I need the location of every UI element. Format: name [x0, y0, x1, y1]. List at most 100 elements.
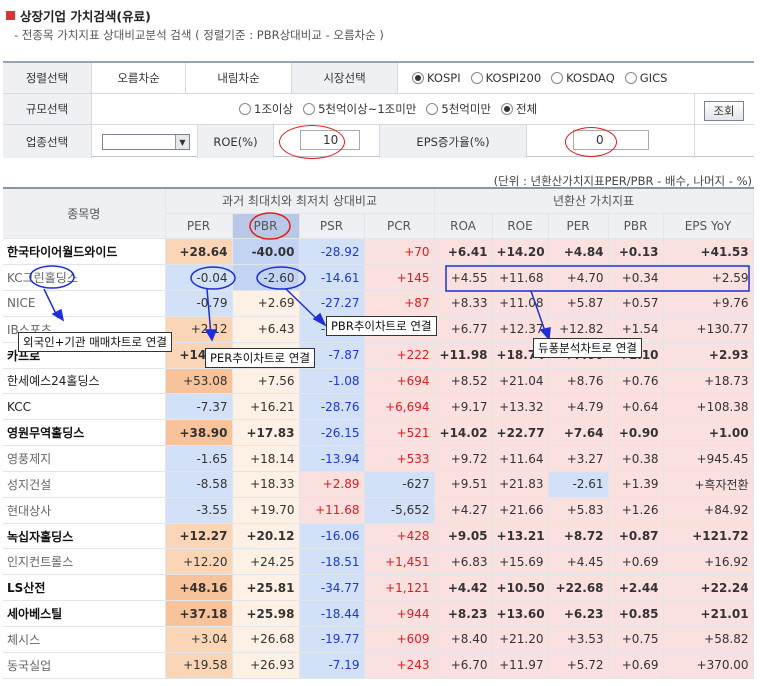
cell-roa[interactable]: +6.41	[434, 238, 493, 266]
industry-select[interactable]: ▼	[102, 134, 190, 150]
market-radio-kospi[interactable]: KOSPI	[412, 71, 461, 85]
cell-pbr[interactable]: -2.60	[232, 264, 300, 292]
cell-roe[interactable]: +21.20	[492, 626, 549, 653]
table-row[interactable]: 녹십자홀딩스 +12.27 +20.12 -16.06 +428 +9.05 +13.21 +…	[3, 523, 754, 550]
market-radio-kospi200[interactable]: KOSPI200	[470, 71, 541, 85]
search-button[interactable]: 조회	[704, 101, 744, 121]
cell-pbr[interactable]: +17.83	[232, 419, 300, 447]
cell-roe[interactable]: +11.68	[492, 264, 549, 292]
cell-roe[interactable]: +15.69	[492, 548, 549, 576]
sort-asc-option[interactable]: 오름차순	[92, 63, 186, 93]
col-header-name[interactable]: 종목명	[3, 188, 166, 240]
cell-pbr[interactable]: +24.25	[232, 548, 300, 576]
cell-pbr[interactable]: +26.68	[232, 626, 300, 653]
cell-per[interactable]: +19.58	[165, 652, 233, 679]
stock-name-link[interactable]: 인지컨트롤스	[3, 548, 166, 576]
cell-per[interactable]: -3.55	[165, 497, 233, 524]
cell-pbr[interactable]: +2.69	[232, 290, 300, 317]
cell-roe[interactable]: +21.83	[492, 471, 549, 498]
cell-roa[interactable]: +14.02	[434, 419, 493, 447]
cell-pbr[interactable]: +20.12	[232, 523, 300, 550]
cell-roa[interactable]: +8.33	[434, 290, 493, 317]
stock-name-link[interactable]: LS산전	[3, 574, 166, 602]
cell-roe[interactable]: +22.77	[492, 419, 549, 447]
cell-roa[interactable]: +6.70	[434, 652, 493, 679]
col-header-per[interactable]: PER	[165, 213, 233, 240]
cell-pbr[interactable]: +19.70	[232, 497, 300, 524]
cell-roe[interactable]: +11.08	[492, 290, 549, 317]
stock-name-link[interactable]: 한세예스24홀딩스	[3, 368, 166, 395]
stock-name-link[interactable]: 동국실업	[3, 652, 166, 679]
cell-roa[interactable]: +8.52	[434, 368, 493, 395]
market-radio-gics[interactable]: GICS	[624, 71, 667, 85]
table-row[interactable]: 세아베스틸 +37.18 +25.98 -18.44 +944 +8.23 +13.60 +6…	[3, 600, 754, 627]
table-row[interactable]: 인지컨트롤스 +12.20 +24.25 -18.51 +1,451 +6.83 +15.6…	[3, 548, 754, 576]
cell-per[interactable]: -0.04	[165, 264, 233, 292]
cell-roe[interactable]: +13.21	[492, 523, 549, 550]
cell-per[interactable]: +12.27	[165, 523, 233, 550]
stock-name-link[interactable]: NICE	[3, 290, 166, 317]
stock-name-link[interactable]: 영풍제지	[3, 445, 166, 472]
table-row[interactable]: LS산전 +48.16 +25.81 -34.77 +1,121 +4.42 +10.50 +…	[3, 574, 754, 602]
col-header-pbr-annual[interactable]: PBR	[608, 213, 664, 240]
col-header-per-annual[interactable]: PER	[548, 213, 609, 240]
cell-per[interactable]: -8.58	[165, 471, 233, 498]
cell-per[interactable]: -0.79	[165, 290, 233, 317]
cell-per[interactable]: +2.12	[165, 316, 233, 343]
cell-roa[interactable]: +9.17	[434, 393, 493, 421]
stock-name-link[interactable]: 현대상사	[3, 497, 166, 524]
table-row[interactable]: 영원무역홀딩스 +38.90 +17.83 -26.15 +521 +14.02 +22.7…	[3, 419, 754, 447]
table-row[interactable]: 성지건설 -8.58 +18.33 +2.89 -627 +9.51 +21.83 -2.61…	[3, 471, 754, 498]
cell-pbr[interactable]: +6.43	[232, 316, 300, 343]
table-row[interactable]: 동국실업 +19.58 +26.93 -7.19 +243 +6.70 +11.97 +5.7…	[3, 652, 754, 679]
table-row[interactable]: 한국타이어월드와이드 +28.64 -40.00 -28.92 +70 +6.41 +14.…	[3, 238, 754, 266]
cell-per[interactable]: +53.08	[165, 368, 233, 395]
cell-pbr[interactable]: +25.81	[232, 574, 300, 602]
cell-per[interactable]: +28.64	[165, 238, 233, 266]
cell-roa[interactable]: +6.77	[434, 316, 493, 343]
cell-roa[interactable]: +4.55	[434, 264, 493, 292]
cell-per[interactable]: -1.65	[165, 445, 233, 472]
cell-roe[interactable]: +10.50	[492, 574, 549, 602]
cell-roe[interactable]: +21.66	[492, 497, 549, 524]
table-row[interactable]: 체시스 +3.04 +26.68 -19.77 +609 +8.40 +21.20 +3.53…	[3, 626, 754, 653]
cell-roa[interactable]: +6.83	[434, 548, 493, 576]
stock-name-link[interactable]: 한국타이어월드와이드	[3, 238, 166, 266]
stock-name-link[interactable]: KCC	[3, 393, 166, 421]
cell-pbr[interactable]: +7.56	[232, 368, 300, 395]
table-row[interactable]: KCC -7.37 +16.21 -28.76 +6,694 +9.17 +13.32 +4.…	[3, 393, 754, 421]
cell-pbr[interactable]: +18.33	[232, 471, 300, 498]
cell-pbr[interactable]: +18.14	[232, 445, 300, 472]
table-row[interactable]: 한세예스24홀딩스 +53.08 +7.56 -1.08 +694 +8.52 +21.04…	[3, 368, 754, 395]
market-radio-kosdaq[interactable]: KOSDAQ	[551, 71, 615, 85]
size-radio-500b-1t[interactable]: 5천억이상~1조미만	[303, 101, 416, 117]
cell-pbr[interactable]: +26.93	[232, 652, 300, 679]
cell-per[interactable]: +38.90	[165, 419, 233, 447]
cell-roa[interactable]: +8.23	[434, 600, 493, 627]
col-header-roa[interactable]: ROA	[434, 213, 493, 240]
cell-roe[interactable]: +13.60	[492, 600, 549, 627]
size-radio-under-500b[interactable]: 5천억미만	[426, 101, 491, 117]
col-header-psr[interactable]: PSR	[299, 213, 365, 240]
cell-roe[interactable]: +11.97	[492, 652, 549, 679]
col-header-eps-yoy[interactable]: EPS YoY	[663, 213, 754, 240]
cell-roa[interactable]: +4.27	[434, 497, 493, 524]
cell-roa[interactable]: +4.42	[434, 574, 493, 602]
cell-per[interactable]: +12.20	[165, 548, 233, 576]
cell-pbr[interactable]: -40.00	[232, 238, 300, 266]
stock-name-link[interactable]: 체시스	[3, 626, 166, 653]
table-row[interactable]: 영풍제지 -1.65 +18.14 -13.94 +533 +9.72 +11.64 +3.2…	[3, 445, 754, 472]
cell-per[interactable]: +3.04	[165, 626, 233, 653]
stock-name-link[interactable]: 녹십자홀딩스	[3, 523, 166, 550]
col-header-pbr[interactable]: PBR	[232, 213, 300, 240]
cell-roe[interactable]: +14.20	[492, 238, 549, 266]
cell-roe[interactable]: +11.64	[492, 445, 549, 472]
cell-roa[interactable]: +8.40	[434, 626, 493, 653]
cell-roa[interactable]: +9.05	[434, 523, 493, 550]
stock-name-link[interactable]: KC그린홀딩스	[3, 264, 166, 292]
table-row[interactable]: NICE -0.79 +2.69 -27.27 +87 +8.33 +11.08 +5.87 +…	[3, 290, 754, 317]
cell-per[interactable]: -7.37	[165, 393, 233, 421]
cell-roa[interactable]: +9.72	[434, 445, 493, 472]
cell-roa[interactable]: +9.51	[434, 471, 493, 498]
chevron-down-icon[interactable]: ▼	[175, 135, 189, 149]
